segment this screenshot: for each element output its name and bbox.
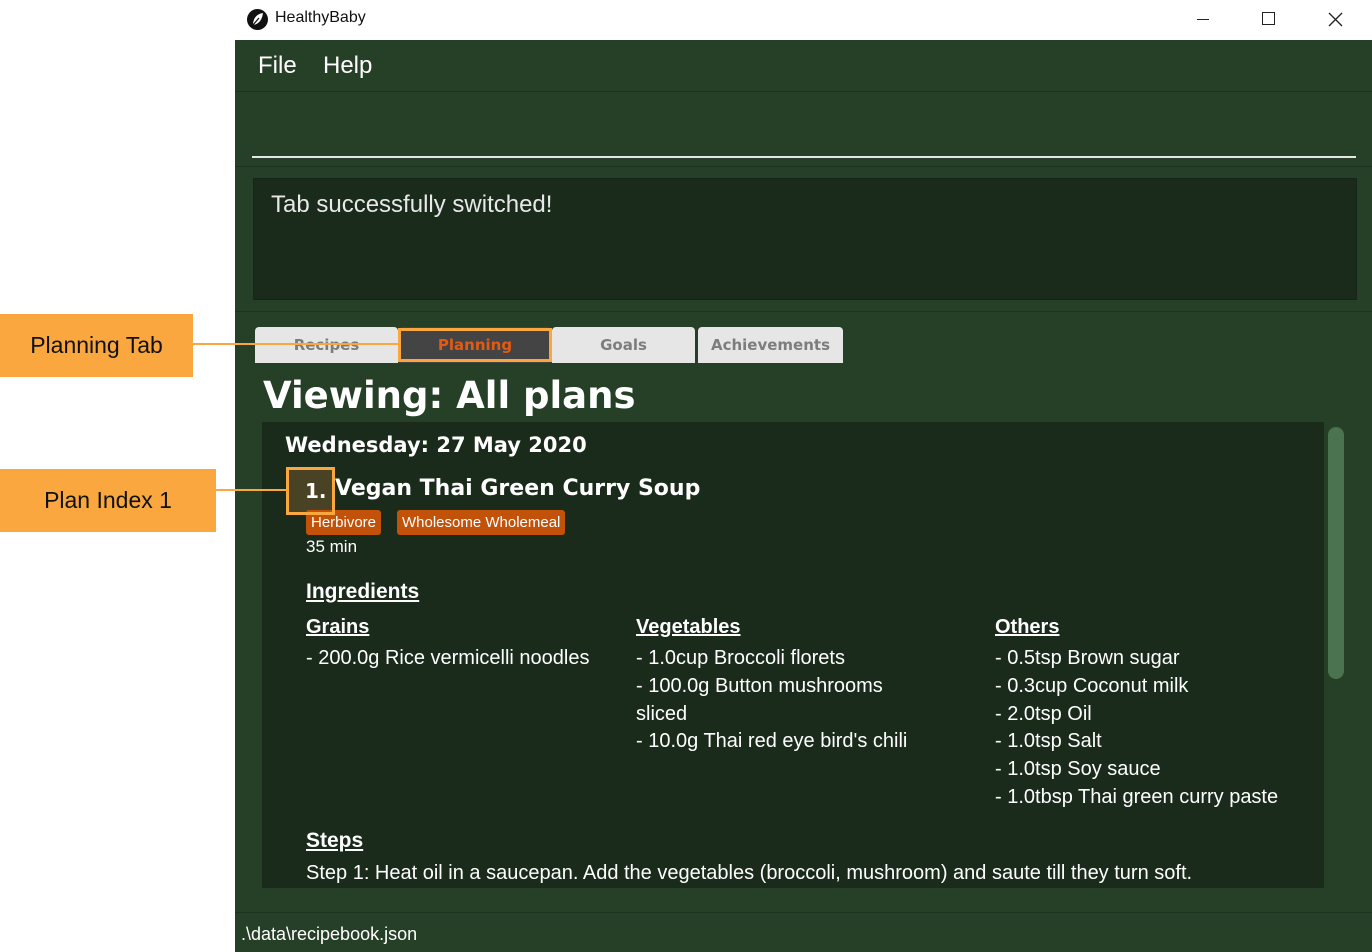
tab-recipes[interactable]: Recipes (255, 327, 398, 363)
maximize-button[interactable] (1235, 0, 1301, 40)
menu-bar: File Help (235, 40, 1372, 92)
annotation-plan-index: Plan Index 1 (0, 469, 216, 532)
ingredient-item: - 1.0cup Broccoli florets (636, 647, 845, 669)
maximize-icon (1262, 12, 1275, 25)
ingredient-item: - 2.0tsp Oil (995, 702, 1092, 725)
minimize-button[interactable] (1170, 0, 1236, 40)
ingredient-item: - 10.0g Thai red eye bird's chili (636, 730, 908, 753)
command-input[interactable] (252, 102, 1356, 158)
ingredient-item: - 1.0tbsp Thai green curry paste (995, 785, 1279, 808)
tab-achievements[interactable]: Achievements (698, 327, 843, 363)
others-list: - 0.5tsp Brown sugar - 0.3cup Coconut mi… (995, 645, 1315, 812)
menu-file[interactable]: File (258, 52, 297, 80)
annotation-planning-tab: Planning Tab (0, 314, 193, 377)
ingredient-item: - 0.5tsp Brown sugar (995, 647, 1180, 669)
window-title: HealthyBaby (275, 9, 366, 26)
grains-list: - 200.0g Rice vermicelli noodles (306, 645, 626, 673)
ingredient-item: - 1.0tsp Salt (995, 730, 1102, 753)
status-bar: .\data\recipebook.json (235, 912, 1372, 952)
file-path: .\data\recipebook.json (241, 924, 418, 944)
tab-goals[interactable]: Goals (552, 327, 695, 363)
result-display: Tab successfully switched! (253, 178, 1357, 300)
vegetables-list: - 1.0cup Broccoli florets - 100.0g Butto… (636, 645, 936, 756)
ingredient-item: - 100.0g Button mushrooms sliced (636, 674, 883, 725)
grains-heading: Grains (306, 616, 370, 638)
tag-badge: Wholesome Wholemeal (397, 510, 566, 535)
vegetables-heading: Vegetables (636, 616, 741, 638)
result-area: Tab successfully switched! (235, 167, 1372, 312)
minimize-icon (1197, 19, 1209, 20)
steps-heading: Steps (306, 829, 364, 852)
ingredients-heading: Ingredients (306, 580, 420, 603)
ingredient-item: - 0.3cup Coconut milk (995, 674, 1189, 697)
scrollbar-thumb[interactable] (1328, 427, 1344, 679)
view-title: Viewing: All plans (263, 374, 636, 417)
annotation-highlight-box (286, 467, 335, 515)
others-heading: Others (995, 616, 1060, 638)
plan-date: Wednesday: 27 May 2020 (285, 433, 587, 457)
recipe-name: Vegan Thai Green Curry Soup (335, 476, 701, 501)
close-icon (1328, 12, 1343, 27)
ingredient-item: - 200.0g Rice vermicelli noodles (306, 647, 590, 669)
annotation-connector (193, 343, 399, 345)
close-button[interactable] (1302, 0, 1368, 40)
annotation-highlight-box (398, 328, 552, 362)
step-item: Step 1: Heat oil in a saucepan. Add the … (306, 862, 1193, 884)
leaf-icon (247, 9, 268, 30)
title-bar: HealthyBaby (235, 0, 1372, 40)
ingredient-item: - 1.0tsp Soy sauce (995, 758, 1161, 781)
annotation-connector (216, 489, 286, 491)
result-message: Tab successfully switched! (271, 191, 553, 218)
menu-help[interactable]: Help (323, 52, 372, 80)
prep-time: 35 min (306, 537, 358, 556)
command-area (235, 92, 1372, 167)
